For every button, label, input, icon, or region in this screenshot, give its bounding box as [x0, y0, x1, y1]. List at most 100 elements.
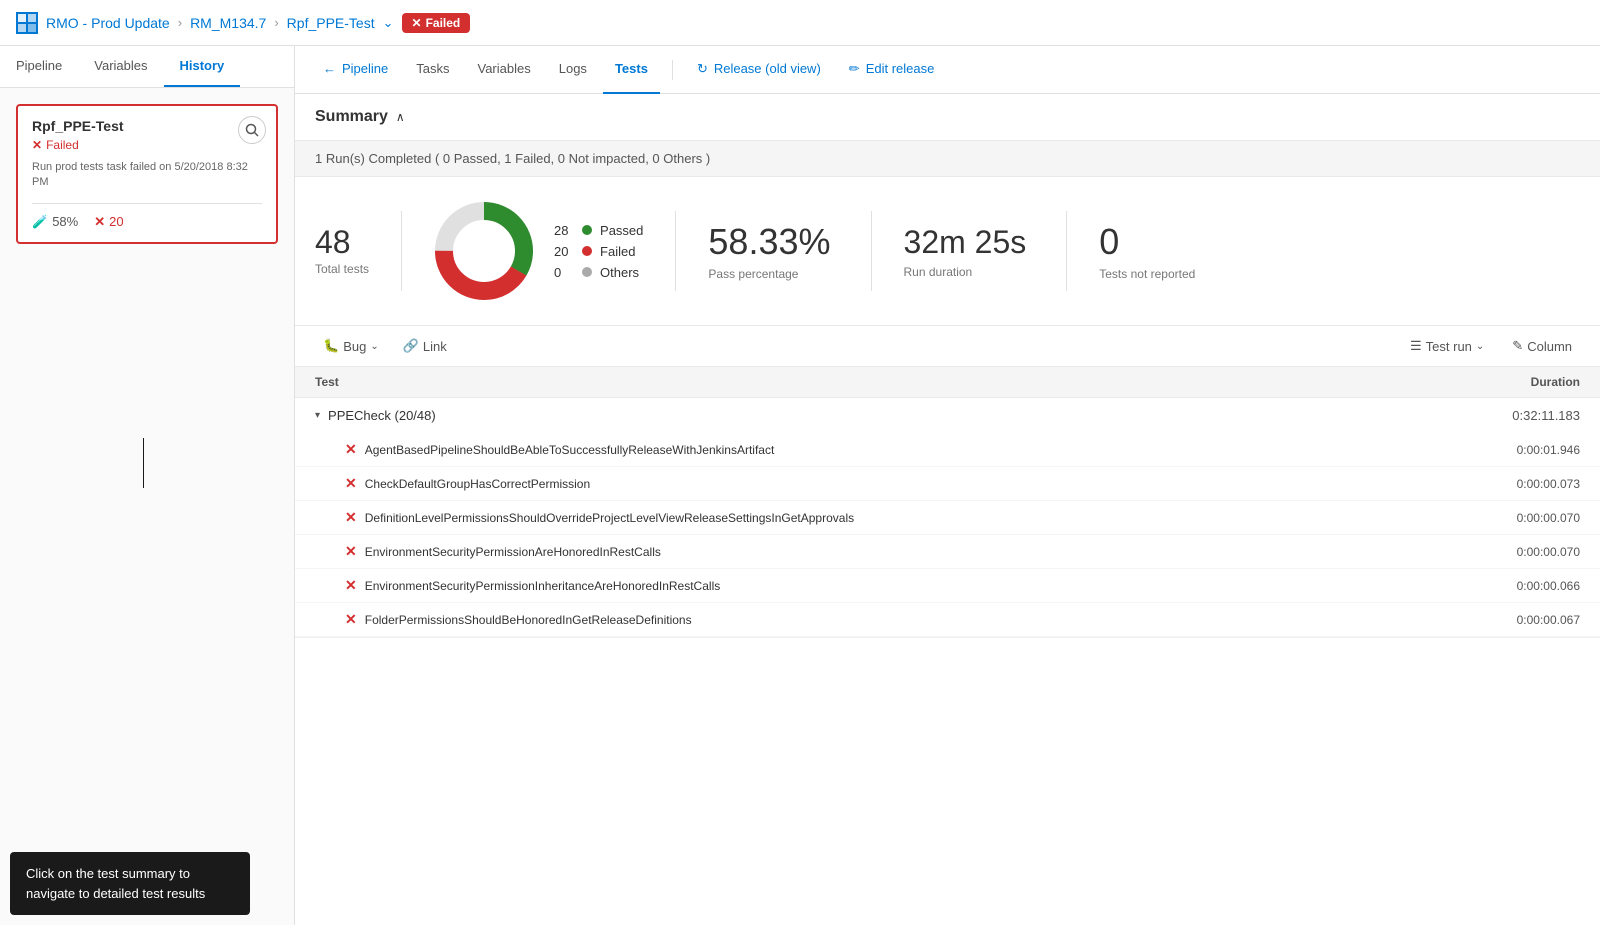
nav-bar: ← Pipeline Tasks Variables Logs Tests ↻ …	[295, 46, 1600, 94]
tooltip-text: Click on the test summary to navigate to…	[26, 866, 205, 901]
nav-logs[interactable]: Logs	[547, 46, 599, 94]
pipeline-name[interactable]: RM_M134.7	[190, 15, 266, 31]
fail-icon-5: ✕	[345, 611, 357, 628]
content-area: Summary ∧ 1 Run(s) Completed ( 0 Passed,…	[295, 94, 1600, 925]
project-name[interactable]: RMO - Prod Update	[46, 15, 170, 31]
runs-bar: 1 Run(s) Completed ( 0 Passed, 1 Failed,…	[295, 141, 1600, 177]
fail-icon-3: ✕	[345, 543, 357, 560]
back-arrow-icon: ←	[323, 61, 336, 76]
bug-button[interactable]: 🐛 Bug ⌄	[315, 334, 387, 358]
bug-icon: 🐛	[323, 338, 339, 354]
test-item-row[interactable]: ✕ EnvironmentSecurityPermissionAreHonore…	[295, 535, 1600, 569]
top-bar: RMO - Prod Update › RM_M134.7 › Rpf_PPE-…	[0, 0, 1600, 46]
test-item-duration-5: 0:00:00.067	[1440, 613, 1580, 627]
legend-passed: 28 Passed	[554, 223, 643, 238]
test-table: Test Duration ▾ PPECheck (20/48) 0:32:11…	[295, 367, 1600, 638]
summary-header: Summary ∧	[295, 94, 1600, 141]
column-button[interactable]: ✎ Column	[1504, 334, 1580, 358]
test-table-header: Test Duration	[295, 367, 1600, 398]
passed-count: 28	[554, 223, 574, 238]
total-tests-number: 48	[315, 226, 351, 258]
status-badge: ✕ Failed	[402, 13, 471, 33]
sidebar-tab-history[interactable]: History	[164, 46, 241, 87]
failed-dot	[582, 246, 592, 256]
run-duration-number: 32m 25s	[904, 224, 1027, 261]
runs-text: 1 Run(s) Completed ( 0 Passed, 1 Failed,…	[315, 151, 710, 166]
fail-icon-0: ✕	[345, 441, 357, 458]
failed-x-icon: ✕	[32, 138, 42, 152]
tooltip-box: Click on the test summary to navigate to…	[10, 852, 250, 915]
test-group: ▾ PPECheck (20/48) 0:32:11.183 ✕ AgentBa…	[295, 398, 1600, 638]
stats-row: 48 Total tests	[295, 177, 1600, 326]
right-content: ← Pipeline Tasks Variables Logs Tests ↻ …	[295, 46, 1600, 925]
others-count: 0	[554, 265, 574, 280]
test-group-name: PPECheck (20/48)	[328, 408, 1440, 423]
test-item-name-4: EnvironmentSecurityPermissionInheritance…	[365, 579, 1440, 593]
stat-divider-1	[401, 211, 402, 291]
edit-icon: ✏	[849, 61, 860, 77]
search-button[interactable]	[238, 116, 266, 144]
not-reported-label: Tests not reported	[1099, 267, 1195, 281]
sidebar-tab-pipeline[interactable]: Pipeline	[0, 46, 78, 87]
failed-count: 20	[554, 244, 574, 259]
sidebar: Pipeline Variables History Rpf_PPE-Test …	[0, 46, 295, 925]
sidebar-content: Rpf_PPE-Test ✕ Failed Run prod tests tas…	[0, 88, 294, 925]
test-item-row[interactable]: ✕ EnvironmentSecurityPermissionInheritan…	[295, 569, 1600, 603]
sidebar-tab-variables[interactable]: Variables	[78, 46, 163, 87]
fail-icon-2: ✕	[345, 509, 357, 526]
fail-icon-4: ✕	[345, 577, 357, 594]
table-toolbar: 🐛 Bug ⌄ 🔗 Link ☰ Test run ⌄	[295, 326, 1600, 367]
toolbar-right: ☰ Test run ⌄ ✎ Column	[1402, 334, 1580, 358]
test-item-name-3: EnvironmentSecurityPermissionAreHonoredI…	[365, 545, 1440, 559]
legend-failed: 20 Failed	[554, 244, 643, 259]
test-item-duration-0: 0:00:01.946	[1440, 443, 1580, 457]
donut-chart	[434, 201, 534, 301]
bug-dropdown-icon: ⌄	[370, 341, 378, 352]
stage-pass-pct: 🧪 58%	[32, 214, 78, 230]
col-duration-header: Duration	[1440, 375, 1580, 389]
column-icon: ✎	[1512, 338, 1523, 354]
total-tests-block: 48 Total tests	[315, 226, 401, 276]
nav-edit-release[interactable]: ✏ Edit release	[837, 46, 947, 94]
breadcrumb-sep1: ›	[178, 15, 182, 30]
passed-dot	[582, 225, 592, 235]
test-item-duration-1: 0:00:00.073	[1440, 477, 1580, 491]
test-item-name-5: FolderPermissionsShouldBeHonoredInGetRel…	[365, 613, 1440, 627]
nav-back[interactable]: ← Pipeline	[311, 46, 400, 94]
total-tests-label: Total tests	[315, 262, 369, 276]
toolbar-left: 🐛 Bug ⌄ 🔗 Link	[315, 334, 455, 358]
nav-tests[interactable]: Tests	[603, 46, 660, 94]
test-run-icon: ☰	[1410, 338, 1422, 354]
test-item-duration-2: 0:00:00.070	[1440, 511, 1580, 525]
fail-x-icon: ✕	[94, 214, 105, 230]
test-item-row[interactable]: ✕ AgentBasedPipelineShouldBeAbleToSucces…	[295, 433, 1600, 467]
flask-icon: 🧪	[32, 214, 48, 230]
stage-desc: Run prod tests task failed on 5/20/2018 …	[32, 160, 262, 191]
stat-divider-3	[871, 211, 872, 291]
stage-card[interactable]: Rpf_PPE-Test ✕ Failed Run prod tests tas…	[16, 104, 278, 244]
link-button[interactable]: 🔗 Link	[395, 334, 455, 358]
tooltip-connector	[143, 438, 144, 488]
stage-dropdown-icon[interactable]: ⌄	[383, 15, 394, 31]
fail-icon-1: ✕	[345, 475, 357, 492]
nav-variables[interactable]: Variables	[466, 46, 543, 94]
group-chevron-icon: ▾	[315, 410, 320, 421]
breadcrumb-sep2: ›	[274, 15, 278, 30]
nav-divider	[672, 60, 673, 80]
test-item-row[interactable]: ✕ CheckDefaultGroupHasCorrectPermission …	[295, 467, 1600, 501]
stage-card-title: Rpf_PPE-Test	[32, 118, 262, 134]
failed-label: Failed	[600, 244, 635, 259]
status-icon: ✕	[412, 16, 422, 30]
test-group-row[interactable]: ▾ PPECheck (20/48) 0:32:11.183	[295, 398, 1600, 433]
test-item-row[interactable]: ✕ DefinitionLevelPermissionsShouldOverri…	[295, 501, 1600, 535]
passed-label: Passed	[600, 223, 643, 238]
failed-label: Failed	[46, 138, 79, 152]
collapse-icon[interactable]: ∧	[396, 110, 405, 124]
test-item-duration-3: 0:00:00.070	[1440, 545, 1580, 559]
nav-tasks[interactable]: Tasks	[404, 46, 461, 94]
test-item-row[interactable]: ✕ FolderPermissionsShouldBeHonoredInGetR…	[295, 603, 1600, 637]
stat-divider-2	[675, 211, 676, 291]
test-run-button[interactable]: ☰ Test run ⌄	[1402, 334, 1492, 358]
nav-release-old[interactable]: ↻ Release (old view)	[685, 46, 833, 94]
stage-name[interactable]: Rpf_PPE-Test	[287, 15, 375, 31]
